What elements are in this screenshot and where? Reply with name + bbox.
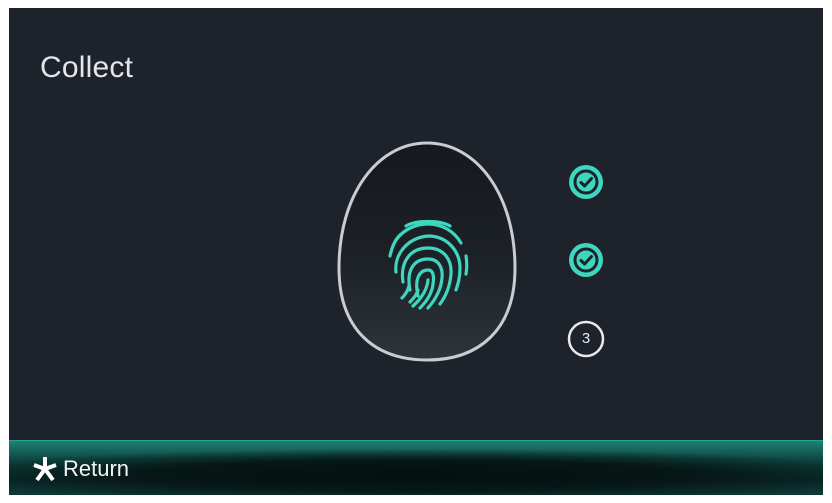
- step-2-done: [566, 240, 606, 280]
- page-title: Collect: [40, 51, 134, 84]
- step-3-pending: 3: [566, 319, 606, 359]
- step-number: 3: [581, 330, 591, 347]
- collect-screen: Collect 3 Return: [9, 8, 823, 495]
- fingerprint-sensor: [337, 140, 517, 364]
- return-button[interactable]: Return: [31, 453, 129, 485]
- step-1-done: [566, 162, 606, 202]
- footer-bar: Return: [9, 440, 823, 495]
- check-circle-icon: [569, 165, 603, 199]
- asterisk-icon: [33, 457, 57, 482]
- return-label: Return: [63, 456, 130, 481]
- check-circle-icon: [569, 243, 603, 277]
- fingerprint-icon: [388, 219, 469, 310]
